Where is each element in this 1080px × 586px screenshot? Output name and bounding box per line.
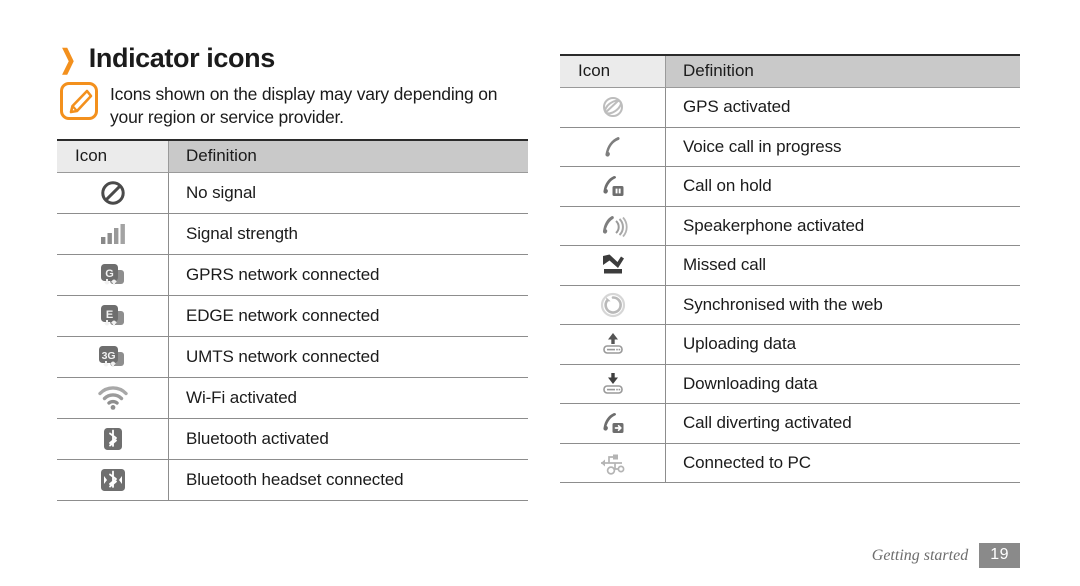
definition-cell: GPS activated xyxy=(665,87,1020,128)
icon-cell xyxy=(57,418,169,460)
edge-network-icon: E xyxy=(98,302,128,330)
note-text: Icons shown on the display may vary depe… xyxy=(110,84,498,128)
note-callout: Icons shown on the display may vary depe… xyxy=(60,82,530,130)
definition-cell: Bluetooth activated xyxy=(168,418,528,460)
definition-cell: Wi-Fi activated xyxy=(168,377,528,419)
definition-cell: Downloading data xyxy=(665,364,1020,404)
missed-call-icon xyxy=(598,252,628,278)
connected-to-pc-icon xyxy=(596,450,630,476)
sync-web-icon xyxy=(599,291,627,319)
icon-cell: G xyxy=(57,254,169,296)
speakerphone-icon xyxy=(598,212,628,240)
table-row: Speakerphone activated xyxy=(560,206,1020,246)
svg-text:3G: 3G xyxy=(102,350,116,362)
definition-cell: Missed call xyxy=(665,245,1020,286)
table-row: Wi-Fi activated xyxy=(57,377,528,419)
definition-cell: GPRS network connected xyxy=(168,254,528,296)
call-on-hold-icon xyxy=(598,172,628,200)
table-row: Call diverting activated xyxy=(560,403,1020,444)
chevron-right-icon: ❯ xyxy=(59,43,77,74)
icon-cell xyxy=(560,364,666,404)
table-row: Voice call in progress xyxy=(560,127,1020,167)
table-row: Missed call xyxy=(560,245,1020,286)
gprs-network-icon: G xyxy=(98,261,128,289)
icon-cell xyxy=(560,87,666,128)
table-row: Connected to PC xyxy=(560,443,1020,483)
table-row: No signal xyxy=(57,172,528,214)
no-signal-icon xyxy=(99,179,127,207)
table-header-row: Icon Definition xyxy=(560,54,1020,88)
icon-cell: E xyxy=(57,295,169,337)
table-header-row: Icon Definition xyxy=(57,139,528,173)
indicator-table-right: Icon Definition GPS activated Voice call… xyxy=(560,54,1020,483)
icon-cell xyxy=(57,377,169,419)
table-row: Signal strength xyxy=(57,213,528,255)
icon-cell xyxy=(560,285,666,325)
umts-network-icon: 3G xyxy=(97,343,128,371)
icon-cell: 3G xyxy=(57,336,169,378)
table-row: E EDGE network connected xyxy=(57,295,528,337)
definition-cell: Uploading data xyxy=(665,324,1020,365)
definition-cell: No signal xyxy=(168,172,528,214)
table-row: Downloading data xyxy=(560,364,1020,404)
page-heading: ❯ Indicator icons xyxy=(57,43,276,74)
column-header-definition: Definition xyxy=(168,139,528,173)
icon-cell xyxy=(560,403,666,444)
icon-cell xyxy=(560,324,666,365)
column-header-icon: Icon xyxy=(560,54,666,88)
svg-text:E: E xyxy=(105,309,112,321)
definition-cell: Synchronised with the web xyxy=(665,285,1020,325)
table-row: G GPRS network connected xyxy=(57,254,528,296)
definition-cell: Call diverting activated xyxy=(665,403,1020,444)
table-row: Uploading data xyxy=(560,324,1020,365)
footer-section-label: Getting started xyxy=(871,546,969,564)
table-row: GPS activated xyxy=(560,87,1020,128)
icon-cell xyxy=(57,213,169,255)
definition-cell: Speakerphone activated xyxy=(665,206,1020,246)
table-row: Bluetooth activated xyxy=(57,418,528,460)
definition-cell: Voice call in progress xyxy=(665,127,1020,167)
table-row: 3G UMTS network connected xyxy=(57,336,528,378)
definition-cell: Signal strength xyxy=(168,213,528,255)
icon-cell xyxy=(560,166,666,207)
table-row: Synchronised with the web xyxy=(560,285,1020,325)
page-number-badge: 19 xyxy=(979,543,1020,568)
column-header-icon: Icon xyxy=(57,139,169,173)
call-diverting-icon xyxy=(598,409,628,437)
definition-cell: UMTS network connected xyxy=(168,336,528,378)
voice-call-icon xyxy=(599,133,627,161)
note-pencil-icon xyxy=(60,82,98,120)
bluetooth-headset-icon xyxy=(97,467,129,493)
wifi-activated-icon xyxy=(97,385,129,411)
download-data-icon xyxy=(598,371,628,397)
definition-cell: Call on hold xyxy=(665,166,1020,207)
icon-cell xyxy=(560,245,666,286)
definition-cell: Bluetooth headset connected xyxy=(168,459,528,501)
gps-activated-icon xyxy=(599,93,627,121)
page-footer: Getting started 19 xyxy=(872,543,1020,568)
table-row: Call on hold xyxy=(560,166,1020,207)
indicator-table-left: Icon Definition No signal Signal strengt… xyxy=(57,139,528,501)
svg-text:G: G xyxy=(105,268,113,280)
table-row: Bluetooth headset connected xyxy=(57,459,528,501)
icon-cell xyxy=(560,206,666,246)
icon-cell xyxy=(560,127,666,167)
bluetooth-activated-icon xyxy=(98,426,128,452)
definition-cell: EDGE network connected xyxy=(168,295,528,337)
upload-data-icon xyxy=(598,331,628,357)
icon-cell xyxy=(57,172,169,214)
icon-cell xyxy=(560,443,666,483)
page-title: Indicator icons xyxy=(88,43,275,73)
icon-cell xyxy=(57,459,169,501)
signal-strength-icon xyxy=(98,221,128,247)
definition-cell: Connected to PC xyxy=(665,443,1020,483)
column-header-definition: Definition xyxy=(665,54,1020,88)
